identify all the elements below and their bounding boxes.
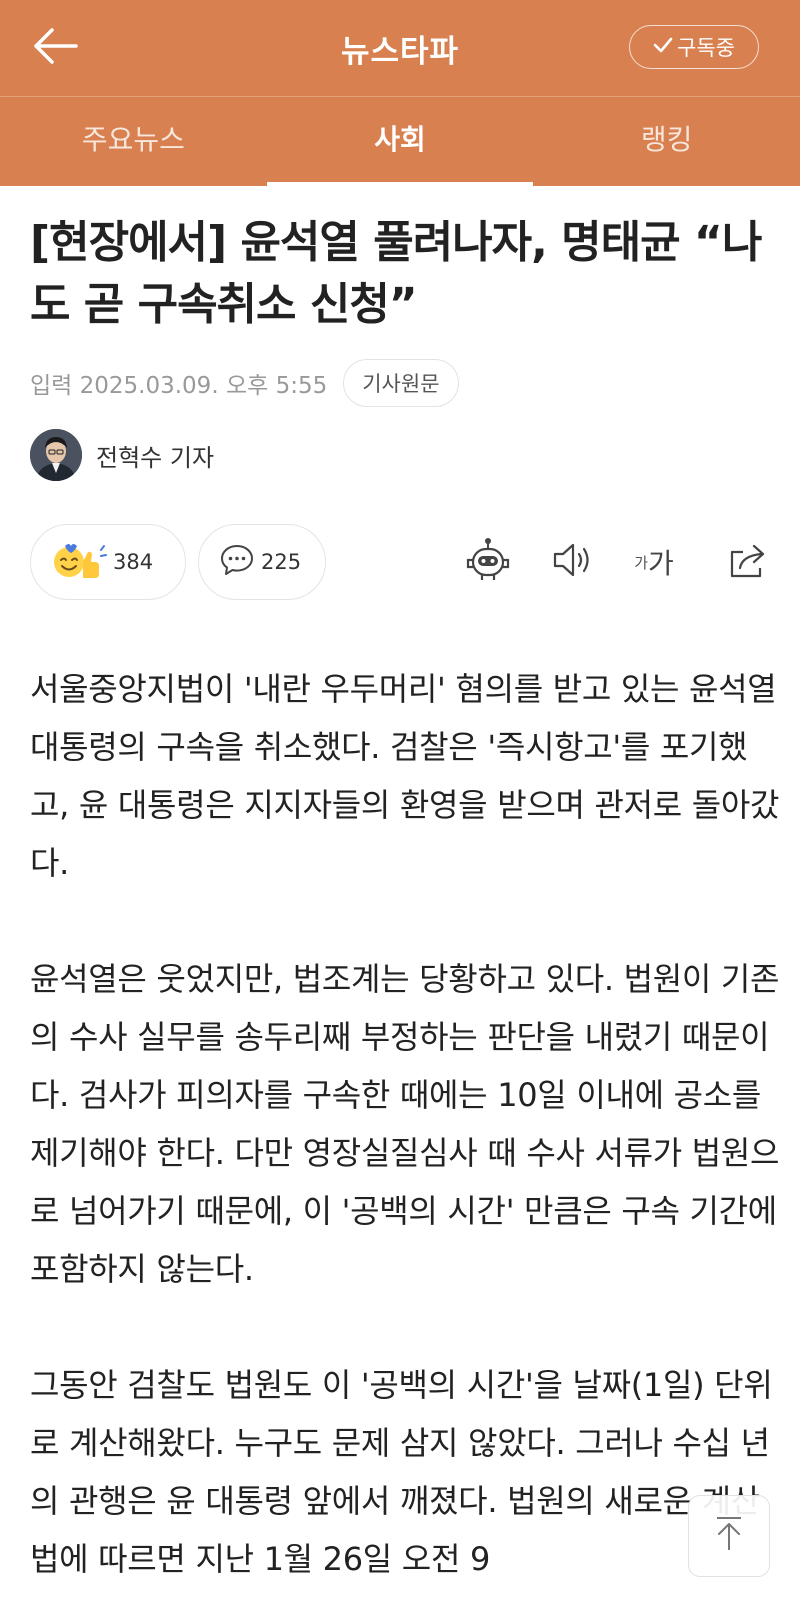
tab-main-news[interactable]: 주요뉴스 [0,97,267,186]
original-article-button[interactable]: 기사원문 [343,359,459,407]
article-paragraph: 그동안 검찰도 법원도 이 '공백의 시간'을 날짜(1일) 단위로 계산해왔다… [30,1366,773,1578]
app-header: 뉴스타파 구독중 주요뉴스 사회 랭킹 [0,0,800,186]
comment-icon [219,543,255,582]
share-button[interactable] [722,536,774,588]
article-paragraph: 서울중앙지법이 '내란 우두머리' 혐의를 받고 있는 윤석열 대통령의 구속을… [30,670,780,882]
article-title: [현장에서] 윤석열 풀려나자, 명태균 “나도 곧 구속취소 신청” [30,217,762,330]
author-info[interactable]: 전혁수 기자 [30,428,214,482]
top-bar: 뉴스타파 구독중 [0,0,800,96]
share-icon [727,540,769,584]
article-actions: 384 225 가 가 [30,524,770,600]
reaction-button[interactable]: 384 [30,524,186,600]
article-paragraph: 윤석열은 웃었지만, 법조계는 당황하고 있다. 법원이 기존의 수사 실무를 … [30,960,780,1288]
robot-icon [464,536,512,588]
font-big-label: 가 [648,547,674,580]
publish-date: 입력 2025.03.09. 오후 5:55 [30,373,328,399]
comment-button[interactable]: 225 [198,524,326,600]
subscribe-button[interactable]: 구독중 [629,25,759,69]
reaction-emoji-icon [51,538,107,587]
summary-bot-button[interactable] [462,536,514,588]
author-name: 전혁수 기자 [96,443,215,472]
speaker-icon [550,540,594,584]
author-avatar [30,429,82,481]
tab-ranking[interactable]: 랭킹 [533,97,800,186]
reaction-count: 384 [113,550,154,574]
article-meta: 입력 2025.03.09. 오후 5:55 기사원문 [30,357,459,409]
font-small-label: 가 [634,553,649,572]
comment-count: 225 [261,550,302,574]
read-aloud-button[interactable] [546,536,598,588]
tab-society[interactable]: 사회 [266,97,534,186]
check-icon [653,35,677,59]
font-size-button[interactable]: 가 가 [628,536,680,588]
subscribe-label: 구독중 [677,36,735,60]
category-tabs: 주요뉴스 사회 랭킹 [0,97,800,186]
scroll-to-top-button[interactable] [688,1495,770,1577]
arrow-up-icon [711,1514,747,1558]
article-body: 서울중앙지법이 '내란 우두머리' 혐의를 받고 있는 윤석열 대통령의 구속을… [30,660,780,1610]
